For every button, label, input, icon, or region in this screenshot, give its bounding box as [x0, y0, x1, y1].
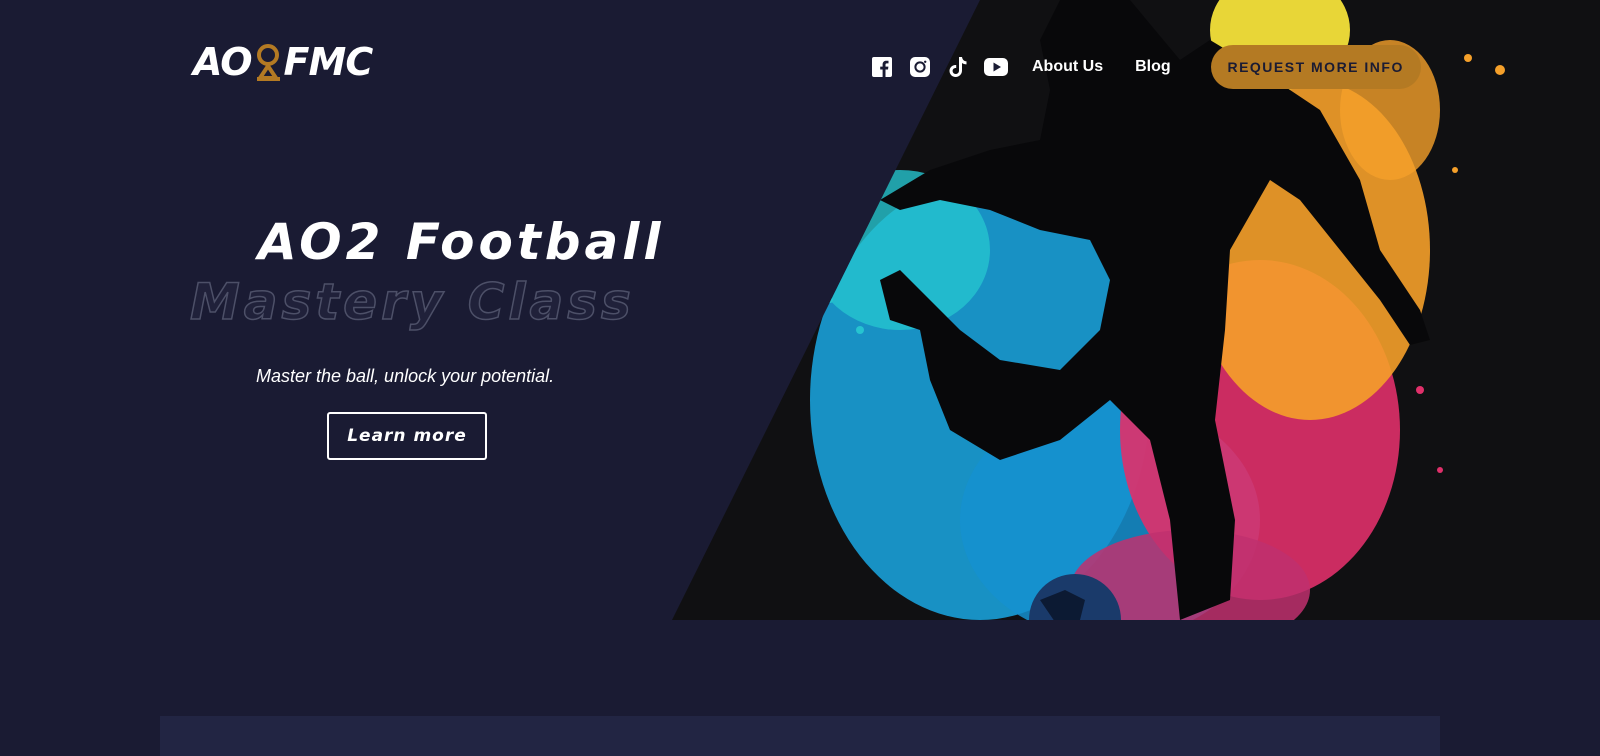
- request-info-button[interactable]: REQUEST MORE INFO: [1210, 45, 1421, 89]
- location-pin-icon: [256, 44, 280, 81]
- facebook-icon[interactable]: [870, 55, 894, 79]
- main-nav: About Us Blog REQUEST MORE INFO: [870, 45, 1421, 89]
- hero-subtitle-outline: Mastery Class: [189, 272, 635, 332]
- logo[interactable]: AO FMC: [193, 40, 374, 84]
- youtube-icon[interactable]: [984, 55, 1008, 79]
- hero-title: AO2 Football: [258, 213, 665, 271]
- hero-tagline: Master the ball, unlock your potential.: [256, 366, 555, 386]
- logo-suffix: FMC: [283, 40, 374, 84]
- nav-blog[interactable]: Blog: [1135, 58, 1171, 76]
- learn-more-button[interactable]: Learn more: [327, 412, 487, 460]
- instagram-icon[interactable]: [908, 55, 932, 79]
- tiktok-icon[interactable]: [946, 55, 970, 79]
- hero-headline: AO2 Football Mastery Class: [189, 212, 690, 332]
- social-links: [870, 55, 1008, 79]
- next-section-preview: [160, 716, 1440, 756]
- logo-prefix: AO: [193, 40, 253, 84]
- nav-about-us[interactable]: About Us: [1032, 58, 1103, 76]
- site-header: AO FMC About Us Blog REQUEST MORE INFO: [0, 0, 1600, 130]
